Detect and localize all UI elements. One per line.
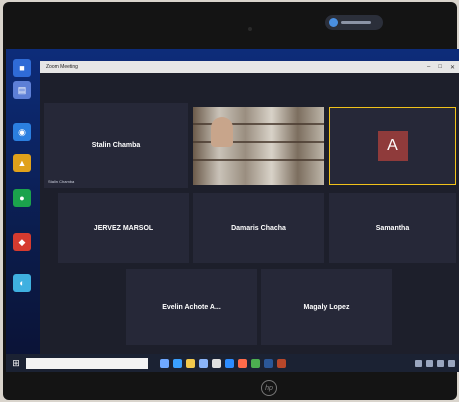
hp-logo-icon: hp xyxy=(261,380,277,396)
store-icon[interactable] xyxy=(199,358,208,368)
office-icon[interactable] xyxy=(238,358,247,368)
taskbar-search-input[interactable] xyxy=(26,357,148,369)
close-icon[interactable]: ✕ xyxy=(450,64,455,71)
participant-display-name: Magaly Lopez xyxy=(303,303,350,311)
battery-icon[interactable] xyxy=(437,359,444,367)
powerpoint-icon[interactable] xyxy=(277,358,286,368)
notification-icon[interactable] xyxy=(448,359,455,367)
zoom-icon[interactable] xyxy=(225,358,234,368)
windows-taskbar: ⊞ xyxy=(6,354,459,372)
task-view-icon[interactable] xyxy=(160,358,169,368)
screen: ■ ▤ ◉ ▲ ● ◆ ◐ Zoom Meeting – □ ✕ Stalin … xyxy=(6,49,459,372)
edge-icon[interactable] xyxy=(173,358,182,368)
window-title: Zoom Meeting xyxy=(46,64,78,70)
desktop-icon-7[interactable]: ◐ xyxy=(13,274,31,292)
word-icon[interactable] xyxy=(264,358,273,368)
desktop-icon-2[interactable]: ▤ xyxy=(13,81,31,99)
participant-video-person xyxy=(211,117,233,147)
participant-name-label: Stalin Chamba xyxy=(48,179,75,184)
desktop-icon-6[interactable]: ◆ xyxy=(13,233,31,251)
participant-tile[interactable]: JERVEZ MARSOL xyxy=(58,193,189,263)
desktop-icon-4[interactable]: ▲ xyxy=(13,154,31,172)
network-icon[interactable] xyxy=(415,359,422,367)
participant-display-name: Evelin Achote A... xyxy=(162,303,221,311)
participant-display-name: Stalin Chamba xyxy=(91,142,141,149)
participant-tile[interactable]: Samantha xyxy=(329,193,456,263)
participant-tile[interactable]: Damaris Chacha xyxy=(193,193,324,263)
file-explorer-icon[interactable] xyxy=(186,358,195,368)
window-controls: – □ ✕ xyxy=(427,64,459,71)
desktop-icon-1[interactable]: ■ xyxy=(13,59,31,77)
participant-tile[interactable]: Magaly Lopez xyxy=(261,269,392,345)
participant-display-name: Samantha xyxy=(375,224,410,232)
laptop-frame: ■ ▤ ◉ ▲ ● ◆ ◐ Zoom Meeting – □ ✕ Stalin … xyxy=(3,2,459,400)
volume-icon[interactable] xyxy=(426,359,433,367)
chrome-icon[interactable] xyxy=(251,358,260,368)
mail-icon[interactable] xyxy=(212,358,221,368)
participant-video-tile[interactable] xyxy=(193,107,324,185)
webcam-icon xyxy=(248,27,252,31)
window-titlebar: Zoom Meeting – □ ✕ xyxy=(40,61,459,73)
participant-avatar: A xyxy=(377,131,408,161)
device-label xyxy=(341,21,371,24)
device-indicator xyxy=(325,15,383,30)
participant-display-name: Damaris Chacha xyxy=(231,224,286,232)
minimize-icon[interactable]: – xyxy=(427,64,430,71)
system-tray xyxy=(415,359,459,367)
participant-tile-active-speaker[interactable]: A xyxy=(329,107,456,185)
desktop-icon-3[interactable]: ◉ xyxy=(13,123,31,141)
participant-display-name: JERVEZ MARSOL xyxy=(93,224,154,232)
participant-tile[interactable]: Stalin Chamba Stalin Chamba xyxy=(44,103,188,188)
zoom-meeting-window: Zoom Meeting – □ ✕ Stalin Chamba Stalin … xyxy=(40,61,459,354)
participant-tile[interactable]: Evelin Achote A... xyxy=(126,269,257,345)
participant-grid: Stalin Chamba Stalin Chamba A JERVEZ MAR… xyxy=(40,73,459,354)
device-dot-icon xyxy=(329,18,338,27)
windows-start-icon[interactable]: ⊞ xyxy=(10,357,22,369)
taskbar-app-icons xyxy=(160,358,286,368)
maximize-icon[interactable]: □ xyxy=(438,64,442,71)
desktop-icon-5[interactable]: ● xyxy=(13,189,31,207)
